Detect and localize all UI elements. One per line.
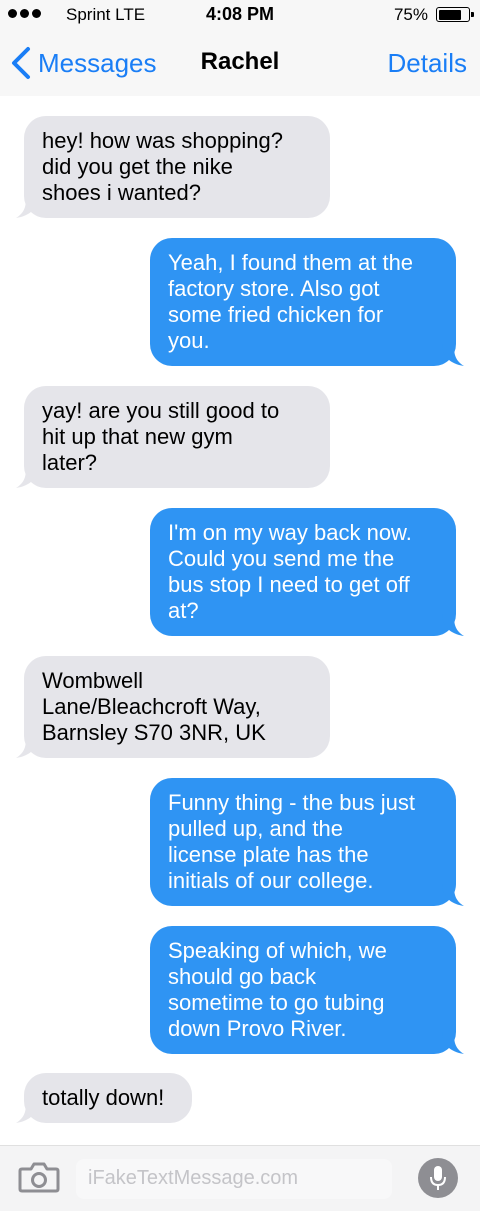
message-bubble-incoming: yay! are you still good to hit up that n…	[16, 386, 330, 488]
message-text: I'm on my way back now. Could you send m…	[168, 520, 412, 623]
message-text: Yeah, I found them at the factory store.…	[168, 250, 414, 353]
message-text: Wombwell Lane/Bleachcroft Way, Barnsley …	[42, 668, 266, 745]
message-bubble-outgoing: Speaking of which, we should go back som…	[150, 926, 464, 1054]
message-bubble-incoming: hey! how was shopping? did you get the n…	[16, 116, 330, 218]
message-bubble-incoming: Wombwell Lane/Bleachcroft Way, Barnsley …	[16, 656, 330, 758]
message-text: totally down!	[42, 1085, 165, 1110]
camera-icon[interactable]	[18, 1161, 60, 1193]
message-input-bar: iFakeTextMessage.com	[0, 1145, 480, 1211]
navigation-bar: Messages Rachel Details	[0, 30, 480, 96]
microphone-button[interactable]	[418, 1158, 458, 1198]
message-text: yay! are you still good to hit up that n…	[42, 398, 280, 475]
message-text: hey! how was shopping? did you get the n…	[42, 128, 283, 205]
microphone-icon	[430, 1166, 446, 1190]
message-bubble-outgoing: Yeah, I found them at the factory store.…	[150, 238, 464, 366]
message-text: Speaking of which, we should go back som…	[168, 938, 387, 1041]
message-thread: hey! how was shopping? did you get the n…	[0, 96, 480, 1145]
message-bubble-incoming: totally down!	[16, 1073, 192, 1123]
message-bubble-outgoing: Funny thing - the bus just pulled up, an…	[150, 778, 464, 906]
details-button[interactable]: Details	[388, 48, 467, 79]
message-text: Funny thing - the bus just pulled up, an…	[168, 790, 416, 893]
battery-icon	[436, 7, 474, 22]
status-bar: Sprint LTE 4:08 PM 75%	[0, 0, 480, 30]
message-bubble-outgoing: I'm on my way back now. Could you send m…	[150, 508, 464, 636]
battery-percentage: 75%	[393, 5, 428, 24]
message-input[interactable]: iFakeTextMessage.com	[76, 1159, 392, 1199]
